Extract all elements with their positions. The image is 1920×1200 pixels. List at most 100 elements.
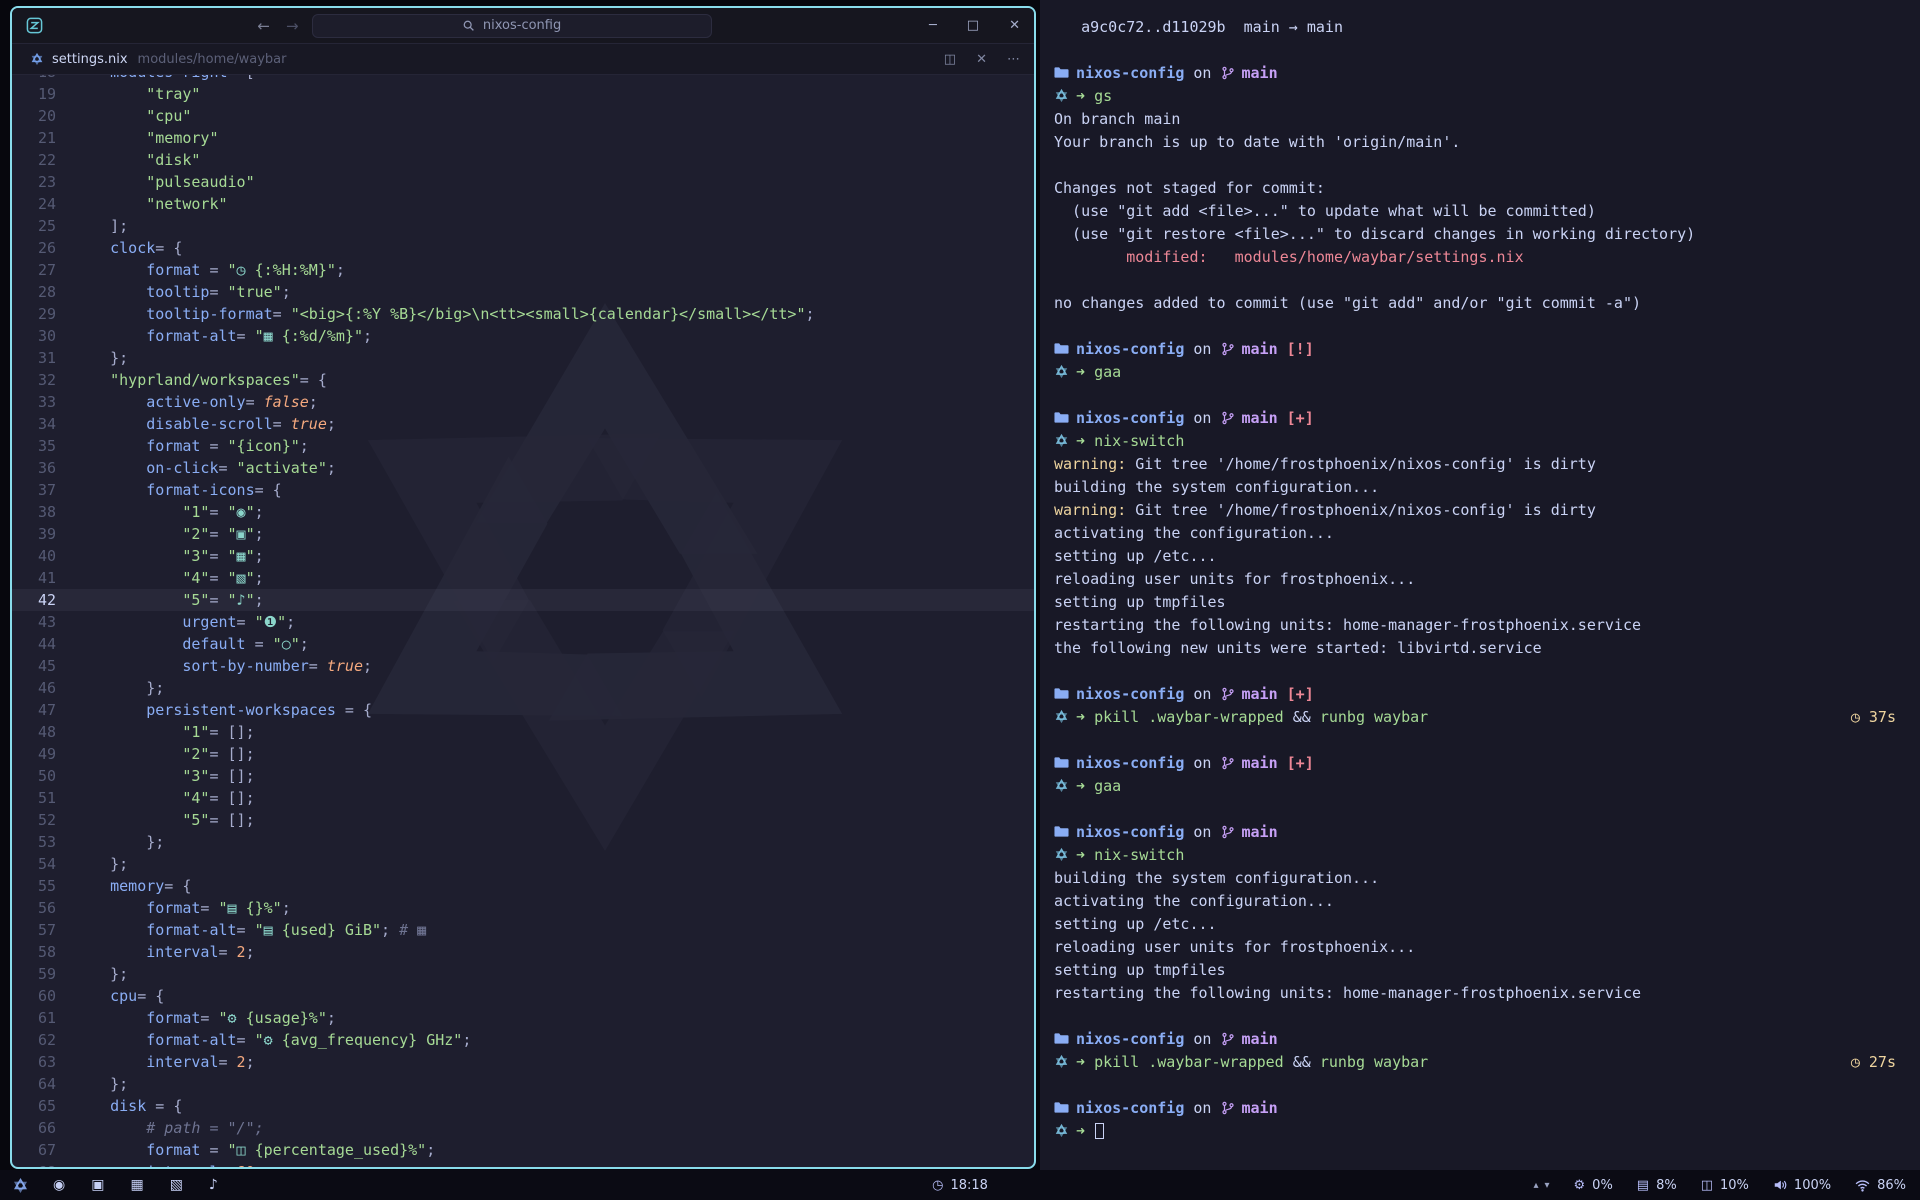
code-line[interactable]: 50"3"= []; <box>12 765 1034 787</box>
code-line[interactable]: 20"cpu" <box>12 105 1034 127</box>
code-line[interactable]: 63interval= 2; <box>12 1051 1034 1073</box>
disk-module[interactable]: ◫10% <box>1701 1178 1749 1193</box>
code-line[interactable]: 48"1"= []; <box>12 721 1034 743</box>
code-line[interactable]: 56format= "▤ {}%"; <box>12 897 1034 919</box>
code-line[interactable]: 24"network" <box>12 193 1034 215</box>
editor-tabbar: settings.nix modules/home/waybar ◫ ✕ ⋯ <box>12 44 1034 75</box>
zed-logo-icon <box>26 17 43 34</box>
code-line[interactable]: 62format-alt= "⚙ {avg_frequency} GHz"; <box>12 1029 1034 1051</box>
line-number: 34 <box>12 413 74 435</box>
code-line[interactable]: 22"disk" <box>12 149 1034 171</box>
clock-module[interactable]: ◷ 18:18 <box>932 1178 988 1193</box>
workspace-4-button[interactable]: ▧ <box>170 1177 183 1193</box>
code-line[interactable]: 67format = "◫ {percentage_used}%"; <box>12 1139 1034 1161</box>
workspace-5-button[interactable]: ♪ <box>209 1177 218 1193</box>
git-branch-icon <box>1221 1097 1235 1120</box>
code-line[interactable]: 42"5"= "♪"; <box>12 589 1034 611</box>
minimize-button[interactable]: ─ <box>929 18 937 33</box>
terminal-window[interactable]: a9c0c72..d11029b main → mainnixos-config… <box>1040 0 1920 1170</box>
code-editor[interactable]: 18modules-right= [19"tray"20"cpu"21"memo… <box>12 75 1034 1167</box>
terminal-line: Your branch is up to date with 'origin/m… <box>1054 131 1896 154</box>
code-line[interactable]: 68interval= 60; <box>12 1161 1034 1167</box>
more-options-button[interactable]: ⋯ <box>1007 52 1020 67</box>
code-line[interactable]: 29tooltip-format= "<big>{:%Y %B}</big>\n… <box>12 303 1034 325</box>
code-line[interactable]: 21"memory" <box>12 127 1034 149</box>
cpu-value: 0% <box>1592 1178 1613 1193</box>
split-editor-button[interactable]: ◫ <box>944 52 956 67</box>
folder-icon <box>1054 821 1069 844</box>
tab-settings-nix[interactable]: settings.nix modules/home/waybar <box>22 44 295 74</box>
code-line[interactable]: 37format-icons= { <box>12 479 1034 501</box>
close-tab-button[interactable]: ✕ <box>976 52 987 67</box>
terminal-line: ➜ pkill .waybar-wrapped && runbg waybar◷… <box>1054 706 1896 729</box>
nix-shell-icon <box>1054 430 1069 453</box>
terminal-line: setting up tmpfiles <box>1054 959 1896 982</box>
code-line[interactable]: 33active-only= false; <box>12 391 1034 413</box>
code-line[interactable]: 54}; <box>12 853 1034 875</box>
nixos-launcher-icon[interactable] <box>12 1177 29 1194</box>
code-line[interactable]: 52"5"= []; <box>12 809 1034 831</box>
code-line[interactable]: 23"pulseaudio" <box>12 171 1034 193</box>
code-line[interactable]: 47persistent-workspaces = { <box>12 699 1034 721</box>
project-search-bar[interactable]: nixos-config <box>312 14 712 38</box>
code-line[interactable]: 66# path = "/"; <box>12 1117 1034 1139</box>
code-line[interactable]: 58interval= 2; <box>12 941 1034 963</box>
terminal-line <box>1054 1074 1896 1097</box>
code-line[interactable]: 39"2"= "▣"; <box>12 523 1034 545</box>
nav-back-button[interactable]: ← <box>254 17 273 35</box>
code-line[interactable]: 36on-click= "activate"; <box>12 457 1034 479</box>
command-duration: ◷ 27s <box>1851 1051 1896 1074</box>
code-line[interactable]: 34disable-scroll= true; <box>12 413 1034 435</box>
terminal-cursor <box>1095 1123 1104 1139</box>
maximize-button[interactable]: □ <box>967 18 979 33</box>
code-line[interactable]: 51"4"= []; <box>12 787 1034 809</box>
workspace-1-button[interactable]: ◉ <box>53 1177 65 1193</box>
terminal-line: nixos-config on main [+] <box>1054 683 1896 706</box>
code-line[interactable]: 27format = "◷ {:%H:%M}"; <box>12 259 1034 281</box>
code-line[interactable]: 59}; <box>12 963 1034 985</box>
workspace-2-button[interactable]: ▣ <box>91 1177 104 1193</box>
code-line[interactable]: 53}; <box>12 831 1034 853</box>
code-line[interactable]: 40"3"= "▦"; <box>12 545 1034 567</box>
line-number: 38 <box>12 501 74 523</box>
code-line[interactable]: 46}; <box>12 677 1034 699</box>
code-line[interactable]: 18modules-right= [ <box>12 75 1034 83</box>
code-line[interactable]: 41"4"= "▧"; <box>12 567 1034 589</box>
cpu-module[interactable]: ⚙0% <box>1574 1178 1613 1193</box>
code-line[interactable]: 45sort-by-number= true; <box>12 655 1034 677</box>
editor-window: ← → nixos-config ─ □ ✕ settings.nix modu… <box>10 6 1036 1169</box>
line-number: 28 <box>12 281 74 303</box>
close-window-button[interactable]: ✕ <box>1009 18 1020 33</box>
code-line[interactable]: 28tooltip= "true"; <box>12 281 1034 303</box>
folder-icon <box>1054 1097 1069 1120</box>
network-module[interactable]: 86% <box>1855 1178 1906 1193</box>
memory-module[interactable]: ▤8% <box>1637 1178 1677 1193</box>
code-line[interactable]: 55memory= { <box>12 875 1034 897</box>
code-line[interactable]: 25]; <box>12 215 1034 237</box>
code-line[interactable]: 60cpu= { <box>12 985 1034 1007</box>
line-number: 37 <box>12 479 74 501</box>
code-line[interactable]: 44default = "○"; <box>12 633 1034 655</box>
code-line[interactable]: 30format-alt= "▦ {:%d/%m}"; <box>12 325 1034 347</box>
code-line[interactable]: 43urgent= "❶"; <box>12 611 1034 633</box>
tab-file-path: modules/home/waybar <box>138 52 287 67</box>
code-line[interactable]: 61format= "⚙ {usage}%"; <box>12 1007 1034 1029</box>
code-line[interactable]: 19"tray" <box>12 83 1034 105</box>
nix-shell-icon <box>1054 85 1069 108</box>
repo-name: nixos-config <box>1076 823 1184 841</box>
tray-icon-1[interactable]: ▴ <box>1533 1180 1538 1191</box>
workspace-3-button[interactable]: ▦ <box>130 1177 143 1193</box>
code-line[interactable]: 31}; <box>12 347 1034 369</box>
code-line[interactable]: 35format = "{icon}"; <box>12 435 1034 457</box>
code-line[interactable]: 57format-alt= "▤ {used} GiB"; # ▦ <box>12 919 1034 941</box>
code-line[interactable]: 64}; <box>12 1073 1034 1095</box>
tray-icon-2[interactable]: ▾ <box>1544 1180 1549 1191</box>
code-line[interactable]: 38"1"= "◉"; <box>12 501 1034 523</box>
code-line[interactable]: 65disk = { <box>12 1095 1034 1117</box>
code-line[interactable]: 32"hyprland/workspaces"= { <box>12 369 1034 391</box>
nav-forward-button[interactable]: → <box>283 17 302 35</box>
code-line[interactable]: 26clock= { <box>12 237 1034 259</box>
code-line[interactable]: 49"2"= []; <box>12 743 1034 765</box>
terminal-line: ➜ nix-switch <box>1054 430 1896 453</box>
pulseaudio-module[interactable]: 100% <box>1773 1178 1831 1193</box>
